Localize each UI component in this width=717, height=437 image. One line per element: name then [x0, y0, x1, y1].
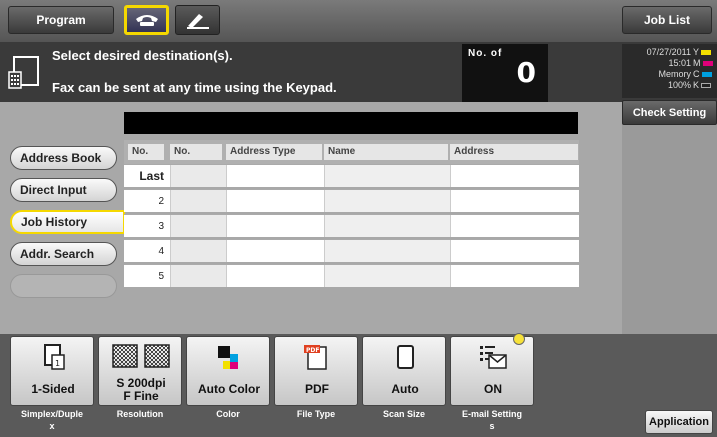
tab-address-book[interactable]: Address Book	[10, 146, 117, 170]
fax-mode-tab[interactable]	[124, 5, 169, 35]
status-panel: 07/27/2011 15:01 Memory 100% Y M C K	[622, 44, 717, 98]
instruction-text: Select desired destination(s).	[52, 48, 233, 63]
scan-size-caption: Scan Size	[382, 409, 426, 419]
simplex-duplex-button[interactable]: 1 1-Sided	[10, 336, 94, 406]
table-row[interactable]: 3	[124, 214, 579, 237]
application-button[interactable]: Application	[645, 410, 713, 434]
table-row[interactable]: 2	[124, 189, 579, 212]
scan-size-button[interactable]: Auto	[362, 336, 446, 406]
keypad-hint-text: Fax can be sent at any time using the Ke…	[52, 80, 337, 95]
column-header: No.	[128, 144, 164, 160]
scan-pen-icon	[186, 14, 209, 29]
destination-counter: No. of 0	[462, 44, 548, 102]
email-settings-value: ON	[484, 382, 502, 396]
row-number: 4	[158, 245, 164, 257]
file-type-button[interactable]: PDF PDF	[274, 336, 358, 406]
row-number: 5	[158, 270, 164, 282]
resolution-caption: Resolution	[116, 409, 164, 419]
tab-direct-input[interactable]: Direct Input	[10, 178, 117, 202]
status-date: 07/27/2011	[646, 47, 691, 57]
toner-cyan: C	[693, 69, 715, 79]
fax-handset-icon	[135, 15, 158, 26]
email-envelope-icon	[480, 346, 507, 369]
email-settings-button[interactable]: ON	[450, 336, 534, 406]
row-number: Last	[139, 169, 164, 183]
table-row[interactable]: Last	[124, 164, 579, 187]
destination-display-bar	[124, 112, 578, 134]
tab-job-history[interactable]: Job History	[10, 210, 125, 234]
tab-empty	[10, 274, 117, 298]
table-header: No. No. Address Type Name Address	[124, 140, 579, 164]
resolution-button[interactable]: S 200dpi F Fine	[98, 336, 182, 406]
toner-letter: M	[693, 58, 701, 68]
toner-letter: K	[693, 80, 700, 90]
pdf-file-icon: PDF	[304, 345, 327, 370]
message-area: Select desired destination(s). Fax can b…	[0, 42, 717, 102]
toner-letter: Y	[693, 47, 700, 57]
toner-yellow: Y	[693, 47, 715, 57]
job-list-button[interactable]: Job List	[622, 6, 712, 34]
memory-label: Memory	[658, 69, 691, 79]
resolution-grid-icon	[112, 344, 170, 368]
email-indicator-dot	[513, 333, 525, 345]
color-caption: Color	[216, 409, 240, 419]
page-size-icon	[397, 345, 414, 369]
file-type-caption: File Type	[296, 409, 336, 419]
toner-black: K	[693, 80, 715, 90]
column-header: Address Type	[226, 144, 322, 160]
column-header: No.	[170, 144, 222, 160]
memory-value: 100%	[667, 80, 691, 90]
color-value: Auto Color	[198, 382, 260, 396]
scan-size-value: Auto	[391, 382, 419, 396]
column-header: Name	[324, 144, 448, 160]
table-row[interactable]: 4	[124, 239, 579, 262]
check-setting-button[interactable]: Check Setting	[622, 100, 717, 125]
column-header: Address	[450, 144, 578, 160]
simplex-value: 1-Sided	[31, 382, 75, 396]
tab-addr-search[interactable]: Addr. Search	[10, 242, 117, 266]
one-sided-page-icon: 1	[44, 344, 65, 370]
row-number: 3	[158, 220, 164, 232]
status-time: 15:01	[668, 58, 691, 68]
email-settings-caption: E-mail Setting s	[461, 409, 522, 431]
keypad-document-icon	[8, 56, 39, 89]
toner-letter: C	[693, 69, 700, 79]
program-button[interactable]: Program	[8, 6, 114, 34]
svg-text:PDF: PDF	[306, 347, 319, 354]
table-row[interactable]: 5	[124, 264, 579, 287]
destination-count-value: 0	[516, 56, 536, 89]
scan-mode-tab[interactable]	[175, 5, 220, 35]
simplex-caption: Simplex/Duple x	[20, 409, 83, 431]
resolution-value-line2: F Fine	[123, 389, 159, 403]
color-button[interactable]: Auto Color	[186, 336, 270, 406]
toner-magenta: M	[693, 58, 715, 68]
file-type-value: PDF	[305, 382, 329, 396]
job-history-table: No. No. Address Type Name Address Last 2…	[124, 140, 579, 290]
destination-count-label: No. of	[468, 48, 503, 59]
row-number: 2	[158, 195, 164, 207]
color-squares-icon	[218, 346, 238, 369]
svg-text:1: 1	[55, 359, 60, 368]
